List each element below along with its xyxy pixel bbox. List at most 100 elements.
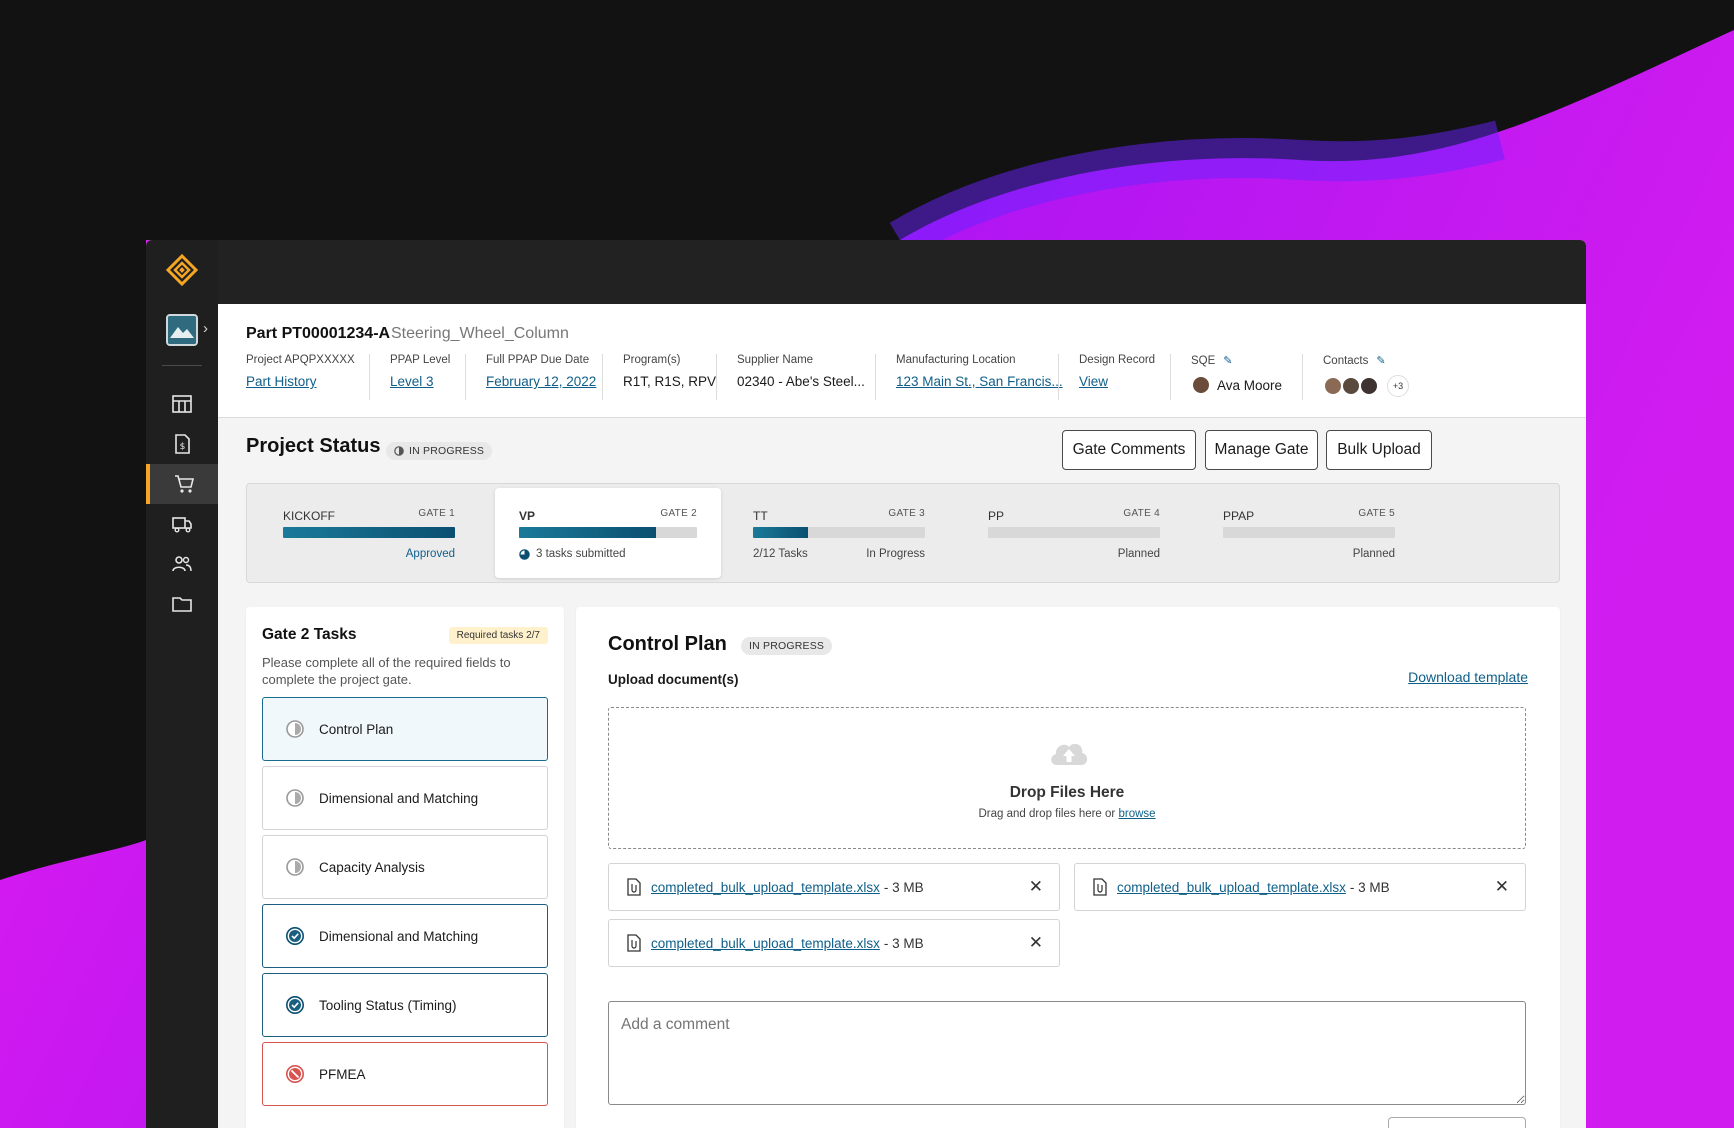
status-badge: IN PROGRESS [741, 637, 833, 655]
sidebar-item-suppliers[interactable] [146, 544, 218, 584]
uploaded-file: completed_bulk_upload_template.xlsx - 3 … [608, 863, 1060, 911]
remove-file-icon[interactable]: ✕ [1495, 877, 1509, 897]
browse-link[interactable]: browse [1118, 808, 1155, 820]
meta-divider [369, 354, 370, 400]
tasks-description: Please complete all of the required fiel… [262, 655, 511, 687]
meta-divider [1058, 354, 1059, 400]
part-name: Steering_Wheel_Column [391, 325, 569, 342]
meta-divider [602, 354, 603, 400]
sidebar-item-dashboard[interactable] [146, 384, 218, 424]
contacts-label: Contacts [1323, 355, 1369, 367]
gate-left-text: 3 tasks submitted [536, 548, 626, 560]
sidebar: › $ [146, 240, 218, 1128]
gate-status: Planned [1352, 548, 1395, 560]
control-plan-panel: Control Plan IN PROGRESS Upload document… [576, 607, 1560, 1128]
gate-number: GATE 1 [418, 508, 455, 519]
meta-divider [1170, 354, 1171, 400]
remove-file-icon[interactable]: ✕ [1029, 877, 1043, 897]
avatar [1359, 376, 1379, 396]
due-date-link[interactable]: February 12, 2022 [486, 374, 596, 389]
bulk-upload-button[interactable]: Bulk Upload [1326, 430, 1432, 470]
gate-progress-bar [988, 527, 1160, 538]
sidebar-item-invoices[interactable]: $ [146, 424, 218, 464]
uploaded-file: completed_bulk_upload_template.xlsx - 3 … [1074, 863, 1526, 911]
gate-status: In Progress [866, 548, 925, 560]
file-name-link[interactable]: completed_bulk_upload_template.xlsx [651, 936, 880, 951]
gate-progress-fill [753, 527, 809, 538]
download-template-link[interactable]: Download template [1408, 669, 1528, 685]
task-item-tooling-status[interactable]: Tooling Status (Timing) [262, 973, 548, 1037]
task-label: Capacity Analysis [319, 859, 425, 875]
meta-divider [875, 354, 876, 400]
sidebar-item-purchasing[interactable] [146, 464, 218, 504]
supplier-value: 02340 - Abe's Steel... [737, 374, 865, 389]
file-name-link[interactable]: completed_bulk_upload_template.xlsx [1117, 880, 1346, 895]
gate-vp[interactable]: VP GATE 2 3 tasks submitted [495, 488, 721, 578]
gate-name: PPAP [1223, 509, 1255, 523]
sidebar-divider [162, 365, 202, 366]
uploaded-file: completed_bulk_upload_template.xlsx - 3 … [608, 919, 1060, 967]
in-progress-icon [286, 858, 304, 876]
edit-pencil-icon[interactable]: ✎ [1376, 354, 1385, 367]
location-link[interactable]: 123 Main St., San Francis... [896, 374, 1063, 389]
sqe-label: SQE [1191, 355, 1216, 367]
blocked-icon [286, 1065, 304, 1083]
task-item-control-plan[interactable]: Control Plan [262, 697, 548, 761]
gate-progress-bar [753, 527, 925, 538]
chevron-right-icon[interactable]: › [203, 320, 208, 337]
meta-label: Manufacturing Location [896, 354, 1016, 366]
task-item-pfmea[interactable]: PFMEA [262, 1042, 548, 1106]
part-history-link[interactable]: Part History [246, 374, 355, 389]
status-badge: IN PROGRESS [386, 442, 493, 460]
task-item-capacity[interactable]: Capacity Analysis [262, 835, 548, 899]
sidebar-item-logistics[interactable] [146, 504, 218, 544]
remove-file-icon[interactable]: ✕ [1029, 933, 1043, 953]
file-drop-zone[interactable]: Drop Files Here Drag and drop files here… [608, 707, 1526, 849]
gate-tt[interactable]: TT GATE 3 2/12 Tasks In Progress [717, 484, 953, 582]
brand-logo-icon[interactable] [166, 254, 198, 286]
top-bar [218, 240, 1586, 304]
gate-comments-button[interactable]: Gate Comments [1062, 430, 1196, 470]
submit-button[interactable] [1388, 1117, 1526, 1128]
in-progress-icon [286, 720, 304, 738]
meta-divider [716, 354, 717, 400]
tasks-title: Gate 2 Tasks [262, 626, 357, 643]
mountain-icon [168, 316, 196, 344]
meta-divider [465, 354, 466, 400]
task-item-dimensional[interactable]: Dimensional and Matching [262, 766, 548, 830]
design-record-link[interactable]: View [1079, 374, 1155, 389]
main-content: Part PT00001234-A Steering_Wheel_Column … [218, 304, 1586, 1128]
drop-title: Drop Files Here [1009, 784, 1125, 801]
gate-progress-fill [283, 527, 455, 538]
task-label: Tooling Status (Timing) [319, 997, 457, 1013]
contacts-avatars[interactable]: +3 [1323, 375, 1409, 397]
gate-progress-bar [519, 527, 697, 538]
gate-pp[interactable]: PP GATE 4 Planned [952, 484, 1188, 582]
truck-icon [172, 517, 192, 533]
edit-pencil-icon[interactable]: ✎ [1223, 354, 1232, 367]
file-size: - 3 MB [883, 935, 924, 951]
meta-label: Project APQPXXXXX [246, 354, 355, 366]
ppap-level-link[interactable]: Level 3 [390, 374, 450, 389]
manage-gate-button[interactable]: Manage Gate [1205, 430, 1318, 470]
gate-status: Planned [1117, 548, 1160, 560]
meta-label: Design Record [1079, 354, 1156, 366]
sidebar-item-files[interactable] [146, 584, 218, 624]
svg-text:$: $ [180, 442, 186, 452]
meta-due-date: Full PPAP Due Date February 12, 2022 [486, 354, 596, 404]
file-name-link[interactable]: completed_bulk_upload_template.xlsx [651, 880, 880, 895]
comment-input[interactable] [608, 1001, 1526, 1105]
task-item-dimensional-done[interactable]: Dimensional and Matching [262, 904, 548, 968]
gate-name: VP [519, 509, 536, 523]
project-avatar[interactable] [166, 314, 198, 346]
gate-status: Approved [405, 548, 455, 560]
gate-kickoff[interactable]: KICKOFF GATE 1 Approved [247, 484, 483, 582]
app-window: › $ Part PT00001234-A Steering_Wheel_Col… [146, 240, 1586, 1128]
gate-ppap[interactable]: PPAP GATE 5 Planned [1187, 484, 1423, 582]
folder-icon [172, 597, 192, 612]
file-clip-icon [627, 878, 641, 896]
sqe-avatar [1191, 375, 1211, 395]
programs-value: R1T, R1S, RPV [623, 374, 717, 389]
gate-name: PP [988, 509, 1005, 523]
meta-label: PPAP Level [390, 354, 451, 366]
